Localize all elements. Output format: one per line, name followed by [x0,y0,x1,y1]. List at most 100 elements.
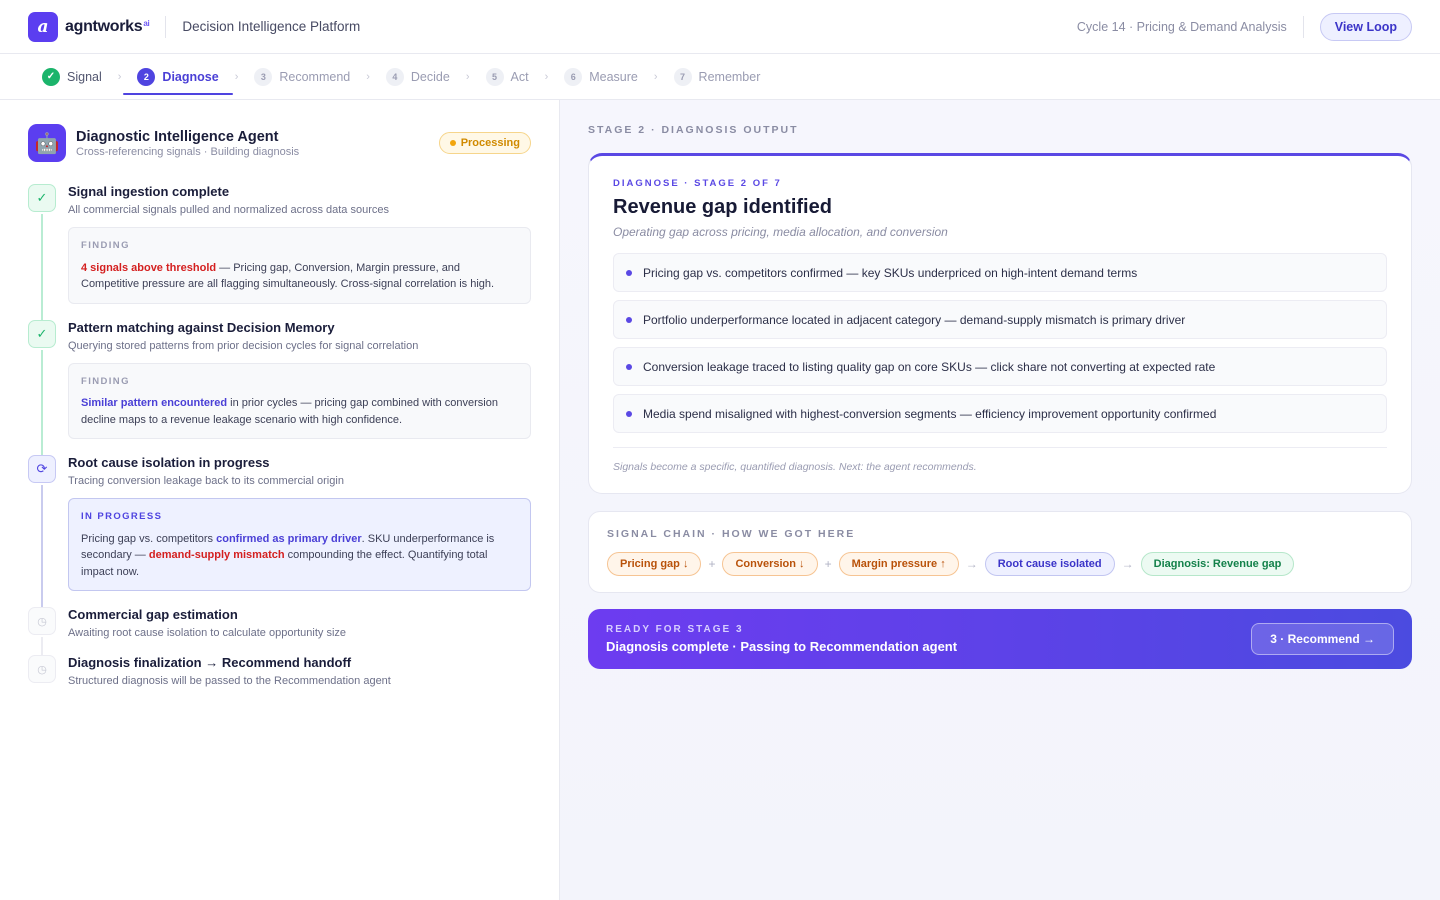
status-dot-icon [449,140,456,146]
plus-icon: + [824,557,832,571]
diagnosis-kicker: DIAGNOSE · STAGE 2 OF 7 [613,178,782,189]
list-item-text: Pricing gap vs. competitors confirmed — … [643,265,1138,280]
agent-subtitle: Cross-referencing signals · Building dia… [76,145,300,158]
finding-text: Pricing gap vs. competitors [81,532,217,545]
clock-icon: ◷ [28,655,56,683]
timeline-subtitle: All commercial signals pulled and normal… [68,204,389,216]
timeline-title: Commercial gap estimation [68,607,238,622]
tab-remember[interactable]: 7 Remember [660,54,775,99]
timeline-subtitle: Tracing conversion leakage back to its c… [68,475,344,487]
timeline-item: ✓ Pattern matching against Decision Memo… [28,319,531,455]
clock-icon: ◷ [28,607,56,635]
step-label: Act [510,69,529,84]
finding-highlight: demand-supply mismatch [148,549,285,561]
finding-highlight: confirmed as primary driver [216,532,362,545]
list-item: Conversion leakage traced to listing qua… [613,347,1387,386]
timeline-item: ◷ Commercial gap estimation Awaiting roo… [28,607,531,655]
list-item-text: Portfolio underperformance located in ad… [643,312,1186,327]
diagnosis-list: Pricing gap vs. competitors confirmed — … [613,253,1387,433]
tab-recommend[interactable]: 3 Recommend [240,54,364,99]
ready-banner: READY FOR STAGE 3 Diagnosis complete · P… [588,609,1412,669]
signal-chain-label: SIGNAL CHAIN · HOW WE GOT HERE [607,528,856,540]
tab-act[interactable]: 5 Act [472,54,543,99]
signal-chain-card: SIGNAL CHAIN · HOW WE GOT HERE Pricing g… [588,511,1412,593]
step-number: 3 [254,67,273,86]
agent-panel: 🤖 Diagnostic Intelligence Agent Cross-re… [0,100,560,900]
step-label: Recommend [279,69,351,84]
tab-signal[interactable]: ✓ Signal [28,54,116,99]
diagnosis-footer: Signals become a specific, quantified di… [613,447,1387,473]
timeline-connector [41,637,43,655]
list-item-text: Conversion leakage traced to listing qua… [643,359,1216,374]
timeline-title: Diagnosis finalization → Recommend hando… [68,655,352,670]
status-badge: Processing [438,132,531,154]
diagnosis-card: DIAGNOSE · STAGE 2 OF 7 Revenue gap iden… [588,153,1412,494]
finding-label: FINDING [81,240,130,251]
refresh-icon: ⟳ [28,455,56,483]
chip-diagnosis: Diagnosis: Revenue gap [1140,552,1295,576]
timeline-subtitle: Awaiting root cause isolation to calcula… [68,627,347,639]
chevron-right-icon: › [366,70,370,83]
step-number: 2 [137,67,156,86]
timeline-subtitle: Querying stored patterns from prior deci… [68,339,419,352]
chip-margin-pressure: Margin pressure ↑ [838,552,959,576]
diagnosis-panel: STAGE 2 · DIAGNOSIS OUTPUT DIAGNOSE · ST… [560,100,1440,900]
finding-box: FINDING Similar pattern encountered in p… [68,362,531,439]
check-icon: ✓ [28,319,56,348]
step-label: Remember [698,69,761,84]
step-number: 4 [385,67,404,86]
timeline-item: ✓ Signal ingestion complete All commerci… [28,184,531,320]
logo-mark[interactable]: a [28,11,58,42]
list-item: Media spend misaligned with highest-conv… [613,394,1387,433]
bullet-icon [626,363,632,370]
tab-decide[interactable]: 4 Decide [372,54,464,99]
timeline-connector [41,349,43,455]
platform-title: Decision Intelligence Platform [182,19,361,34]
header-divider [165,15,167,38]
cycle-label: Cycle 14 · Pricing & Demand Analysis [1076,19,1287,34]
ready-title: Diagnosis complete · Passing to Recommen… [606,639,958,654]
plus-icon: + [708,557,716,571]
agent-header: 🤖 Diagnostic Intelligence Agent Cross-re… [28,124,531,162]
stage-label: STAGE 2 · DIAGNOSIS OUTPUT [588,124,799,136]
in-progress-label: IN PROGRESS [81,511,163,522]
diagnosis-subtitle: Operating gap across pricing, media allo… [613,225,948,239]
finding-label: FINDING [81,375,130,387]
tab-measure[interactable]: 6 Measure [550,54,652,99]
arrow-right-icon: → [965,557,978,571]
brand-name[interactable]: agntworks ai [65,18,150,36]
timeline-subtitle: Structured diagnosis will be passed to t… [68,675,391,687]
finding-box: FINDING 4 signals above threshold — Pric… [68,227,531,304]
timeline-title: Signal ingestion complete [68,184,230,199]
ready-kicker: READY FOR STAGE 3 [606,624,744,635]
timeline-title: Root cause isolation in progress [68,455,270,470]
robot-icon: 🤖 [28,124,66,162]
timeline-item: ⟳ Root cause isolation in progress Traci… [28,455,531,607]
finding-highlight: Similar pattern encountered [81,397,228,409]
stage-stepper: ✓ Signal › 2 Diagnose › 3 Recommend › 4 … [0,54,1440,100]
finding-highlight: 4 signals above threshold [81,261,217,274]
bullet-icon [626,410,632,417]
agent-timeline: ✓ Signal ingestion complete All commerci… [28,184,531,687]
step-label: Decide [410,69,450,84]
tab-diagnose[interactable]: 2 Diagnose [123,54,233,99]
step-number: 7 [673,67,692,86]
chip-conversion: Conversion ↓ [722,552,818,576]
list-item-text: Media spend misaligned with highest-conv… [643,406,1217,421]
top-header: a agntworks ai Decision Intelligence Plat… [0,0,1440,54]
view-loop-button[interactable]: View Loop [1319,12,1412,41]
bullet-icon [626,316,632,323]
timeline-item: ◷ Diagnosis finalization → Recommend han… [28,655,531,687]
recommend-button[interactable]: 3 · Recommend → [1251,623,1394,655]
list-item: Portfolio underperformance located in ad… [613,300,1387,339]
in-progress-box: IN PROGRESS Pricing gap vs. competitors … [68,498,531,591]
chip-root-cause: Root cause isolated [984,552,1115,576]
brand-sup: ai [143,18,150,28]
chevron-right-icon: › [117,70,122,83]
timeline-connector [41,485,43,607]
arrow-right-icon: → [1121,557,1134,571]
step-label: Signal [67,69,102,84]
status-text: Processing [460,137,520,149]
step-label: Measure [589,69,638,84]
step-number: 6 [564,67,583,86]
